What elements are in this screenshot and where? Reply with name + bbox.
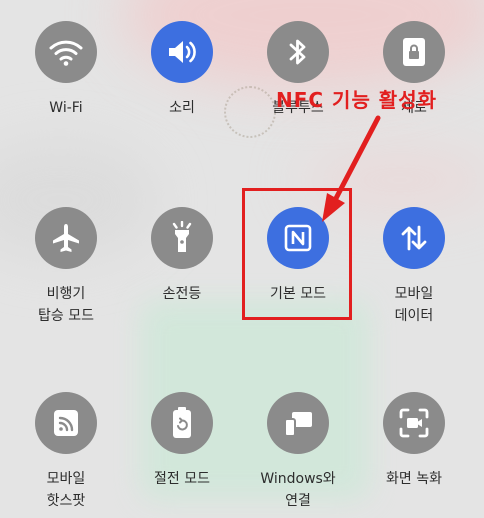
nfc-annotation-label: NFC 기능 활성화 xyxy=(276,88,438,112)
annotation-arrow-icon xyxy=(322,115,381,222)
